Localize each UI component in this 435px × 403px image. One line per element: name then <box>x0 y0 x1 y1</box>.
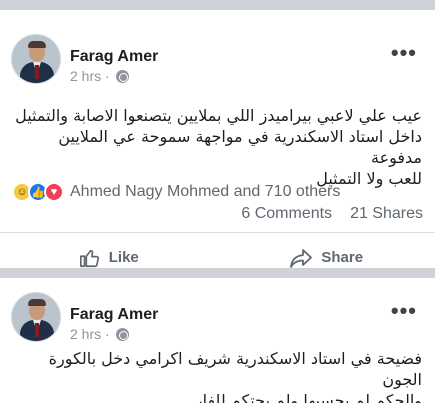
post-separator <box>0 268 435 278</box>
post-text-line: عيب علي لاعبي بيراميدز اللي بملايين يتصن… <box>15 106 422 125</box>
post-header: Farag Amer 2 hrs · ••• <box>0 278 435 342</box>
author-name[interactable]: Farag Amer <box>70 306 158 324</box>
post-header: Farag Amer 2 hrs · ••• <box>0 10 435 84</box>
post-card: Farag Amer 2 hrs · ••• فضيحة في استاد ال… <box>0 278 435 403</box>
avatar[interactable] <box>11 292 61 342</box>
globe-icon <box>115 69 129 83</box>
engagement-counts: 6 Comments 21 Shares <box>241 205 423 223</box>
reactors-text[interactable]: Ahmed Nagy Mohmed and 710 others <box>70 183 340 201</box>
post-actions: Like Share <box>0 232 435 268</box>
post-text-line: فضيحة في استاد الاسكندرية شريف اكرامي دخ… <box>48 349 422 389</box>
share-arrow-icon <box>290 248 313 268</box>
post-meta: 2 hrs · <box>70 326 129 342</box>
more-options-icon[interactable]: ••• <box>391 300 417 322</box>
thumbs-up-icon <box>79 249 99 267</box>
share-button[interactable]: Share <box>218 233 435 268</box>
post-time[interactable]: 2 hrs · <box>70 68 110 84</box>
reactions-summary[interactable]: ☺ 👍 ♥ Ahmed Nagy Mohmed and 710 others <box>12 182 340 202</box>
comments-count[interactable]: 6 Comments <box>241 205 332 223</box>
post-text: عيب علي لاعبي بيراميدز اللي بملايين يتصن… <box>0 105 435 189</box>
shares-count[interactable]: 21 Shares <box>350 205 423 223</box>
share-label: Share <box>321 249 364 266</box>
author-name[interactable]: Farag Amer <box>70 48 158 66</box>
post-time[interactable]: 2 hrs · <box>70 326 110 342</box>
globe-icon <box>115 327 129 341</box>
post-text: فضيحة في استاد الاسكندرية شريف اكرامي دخ… <box>0 348 435 403</box>
post-meta: 2 hrs · <box>70 68 129 84</box>
love-icon: ♥ <box>44 182 64 202</box>
post-card: Farag Amer 2 hrs · ••• عيب علي لاعبي بير… <box>0 10 435 268</box>
like-label: Like <box>108 249 139 266</box>
like-button[interactable]: Like <box>0 233 218 268</box>
avatar[interactable] <box>11 34 61 84</box>
more-options-icon[interactable]: ••• <box>391 42 417 64</box>
post-text-line: داخل استاد الاسكندرية في مواجهة سموحة عي… <box>58 127 422 167</box>
post-text-line: والحكم لم يحسبها ولم يحتكم للفار <box>194 391 422 403</box>
top-separator <box>0 0 435 10</box>
